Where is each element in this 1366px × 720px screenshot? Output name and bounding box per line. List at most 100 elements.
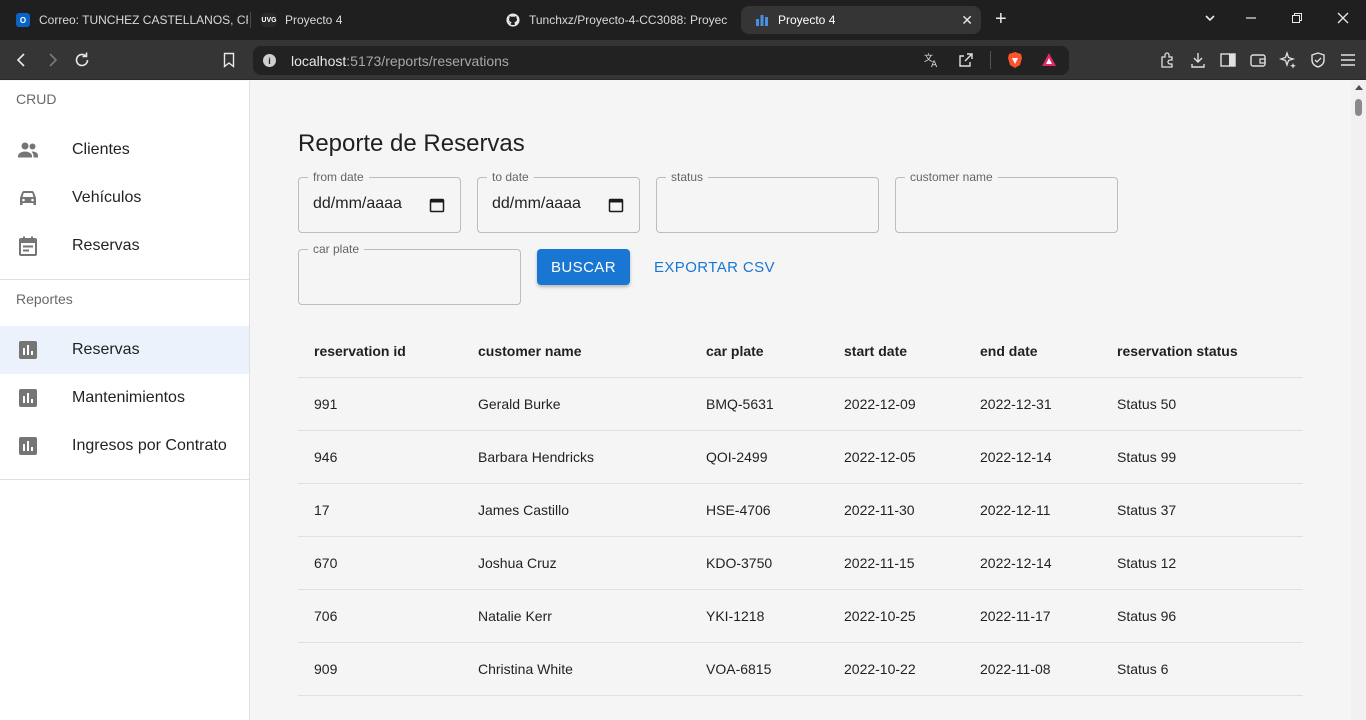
end-date-cell: 2022-12-14 — [980, 449, 1052, 465]
share-icon[interactable] — [956, 50, 976, 70]
calendar-picker-icon[interactable] — [429, 197, 445, 213]
column-header[interactable]: customer name — [462, 343, 690, 359]
column-header[interactable]: car plate — [690, 343, 828, 359]
car-plate-cell: BMQ-5631 — [706, 396, 774, 412]
tab-list-chevron-icon[interactable] — [1203, 10, 1217, 30]
forward-icon[interactable] — [42, 50, 62, 70]
car-plate-cell: YKI-1218 — [706, 608, 765, 624]
start-date-cell: 2022-12-09 — [844, 396, 916, 412]
customer-name-cell: Christina White — [478, 661, 573, 677]
url-text: localhost:5173/reports/reservations — [291, 52, 509, 69]
scroll-up-arrow-icon[interactable] — [1355, 85, 1363, 90]
brave-rewards-icon[interactable] — [1039, 50, 1059, 70]
to-date-field[interactable]: to date — [477, 170, 640, 233]
browser-tab-mail[interactable]: O Correo: TUNCHEZ CASTELLANOS, CR — [8, 6, 248, 34]
reservation-status-cell: Status 96 — [1117, 608, 1177, 624]
table-row[interactable]: 670 Joshua Cruz KDO-3750 2022-11-15 2022-12-… — [298, 537, 1303, 590]
from-date-field[interactable]: from date — [298, 170, 461, 233]
address-bar[interactable]: i localhost:5173/reports/reservations 文A — [253, 46, 1069, 75]
people-icon — [16, 138, 40, 162]
calendar-picker-icon[interactable] — [608, 197, 624, 213]
reservation-id-cell: 670 — [314, 555, 338, 571]
sidebar-item-reporte-reservas[interactable]: Reservas — [0, 326, 249, 374]
reservation-id-cell: 909 — [314, 661, 338, 677]
table-row[interactable]: 946 Barbara Hendricks QOI-2499 2022-12-05 20… — [298, 431, 1303, 484]
end-date-cell: 2022-11-17 — [980, 608, 1051, 624]
customer-name-cell: Barbara Hendricks — [478, 449, 594, 465]
browser-tab-proyecto[interactable]: UVG Proyecto 4 — [254, 6, 492, 34]
table-header-row: reservation id customer name car plate s… — [298, 325, 1303, 378]
start-date-cell: 2022-11-30 — [844, 502, 915, 518]
sidebar-item-clientes[interactable]: Clientes — [0, 126, 249, 174]
brave-shields-icon[interactable] — [1005, 50, 1025, 70]
reservation-status-cell: Status 37 — [1117, 502, 1177, 518]
browser-tab-active[interactable]: Proyecto 4 ✕ — [741, 6, 981, 34]
sidebar-item-vehiculos[interactable]: Vehículos — [0, 174, 249, 222]
github-icon — [506, 13, 520, 27]
page-scrollbar[interactable] — [1351, 81, 1366, 720]
bookmark-icon[interactable] — [219, 50, 239, 70]
reload-icon[interactable] — [72, 50, 92, 70]
table-row[interactable]: 991 Gerald Burke BMQ-5631 2022-12-09 2022-12… — [298, 378, 1303, 431]
customer-name-cell: Natalie Kerr — [478, 608, 552, 624]
sidebar-item-ingresos-contrato[interactable]: Ingresos por Contrato — [0, 422, 249, 470]
reservation-status-cell: Status 99 — [1117, 449, 1177, 465]
search-button[interactable]: BUSCAR — [537, 249, 630, 285]
close-tab-icon[interactable]: ✕ — [961, 12, 973, 28]
minimize-icon[interactable] — [1244, 10, 1258, 30]
car-plate-cell: VOA-6815 — [706, 661, 772, 677]
from-date-input[interactable] — [313, 195, 446, 213]
table-row[interactable]: 706 Natalie Kerr YKI-1218 2022-10-25 2022-11… — [298, 590, 1303, 643]
bar-chart-icon — [16, 338, 40, 362]
chart-icon — [755, 13, 769, 27]
app-sidebar: CRUD Clientes Vehículos Reservas Reporte… — [0, 81, 250, 720]
outlook-icon: O — [16, 13, 30, 27]
close-window-icon[interactable] — [1336, 10, 1350, 30]
extensions-icon[interactable] — [1158, 50, 1178, 70]
menu-icon[interactable] — [1338, 50, 1358, 70]
to-date-input[interactable] — [492, 195, 625, 213]
column-header[interactable]: reservation status — [1101, 343, 1303, 359]
car-plate-cell: HSE-4706 — [706, 502, 771, 518]
wallet-icon[interactable] — [1248, 50, 1268, 70]
end-date-cell: 2022-11-08 — [980, 661, 1051, 677]
crud-subheader: CRUD — [16, 91, 57, 107]
bar-chart-icon — [16, 386, 40, 410]
customer-name-field[interactable]: customer name — [895, 170, 1118, 233]
browser-tab-github[interactable]: Tunchxz/Proyecto-4-CC3088: Proyect — [498, 6, 734, 34]
end-date-cell: 2022-12-11 — [980, 502, 1051, 518]
start-date-cell: 2022-11-15 — [844, 555, 915, 571]
main-content: Reporte de Reservas from date to date st… — [250, 81, 1351, 720]
customer-name-cell: Joshua Cruz — [478, 555, 557, 571]
restore-icon[interactable] — [1290, 10, 1304, 30]
customer-name-input[interactable] — [910, 195, 1103, 213]
car-plate-input[interactable] — [313, 267, 506, 285]
browser-tab-bar: O Correo: TUNCHEZ CASTELLANOS, CR UVG Pr… — [0, 0, 1366, 40]
reservation-status-cell: Status 50 — [1117, 396, 1177, 412]
status-input[interactable] — [671, 195, 864, 213]
sidebar-toggle-icon[interactable] — [1218, 50, 1238, 70]
reservation-id-cell: 17 — [314, 502, 330, 518]
car-plate-field[interactable]: car plate — [298, 242, 521, 305]
table-row[interactable]: 17 James Castillo HSE-4706 2022-11-30 2022-1… — [298, 484, 1303, 537]
status-field[interactable]: status — [656, 170, 879, 233]
back-icon[interactable] — [12, 50, 32, 70]
export-csv-button[interactable]: EXPORTAR CSV — [654, 249, 775, 285]
column-header[interactable]: end date — [964, 343, 1101, 359]
table-row[interactable]: 909 Christina White VOA-6815 2022-10-22 2022… — [298, 643, 1303, 696]
sidebar-item-mantenimientos[interactable]: Mantenimientos — [0, 374, 249, 422]
site-info-icon[interactable]: i — [263, 54, 276, 67]
sidebar-divider — [0, 479, 249, 480]
new-tab-icon[interactable]: + — [995, 9, 1007, 29]
leo-ai-icon[interactable] — [1278, 50, 1298, 70]
column-header[interactable]: start date — [828, 343, 964, 359]
column-header[interactable]: reservation id — [298, 343, 462, 359]
downloads-icon[interactable] — [1188, 50, 1208, 70]
sidebar-item-reservas-crud[interactable]: Reservas — [0, 222, 249, 270]
reportes-subheader: Reportes — [16, 291, 73, 307]
scrollbar-thumb[interactable] — [1355, 99, 1362, 116]
uvg-icon: UVG — [261, 13, 277, 27]
translate-icon[interactable]: 文A — [922, 50, 942, 70]
customer-name-cell: James Castillo — [478, 502, 570, 518]
vpn-shield-icon[interactable] — [1308, 50, 1328, 70]
